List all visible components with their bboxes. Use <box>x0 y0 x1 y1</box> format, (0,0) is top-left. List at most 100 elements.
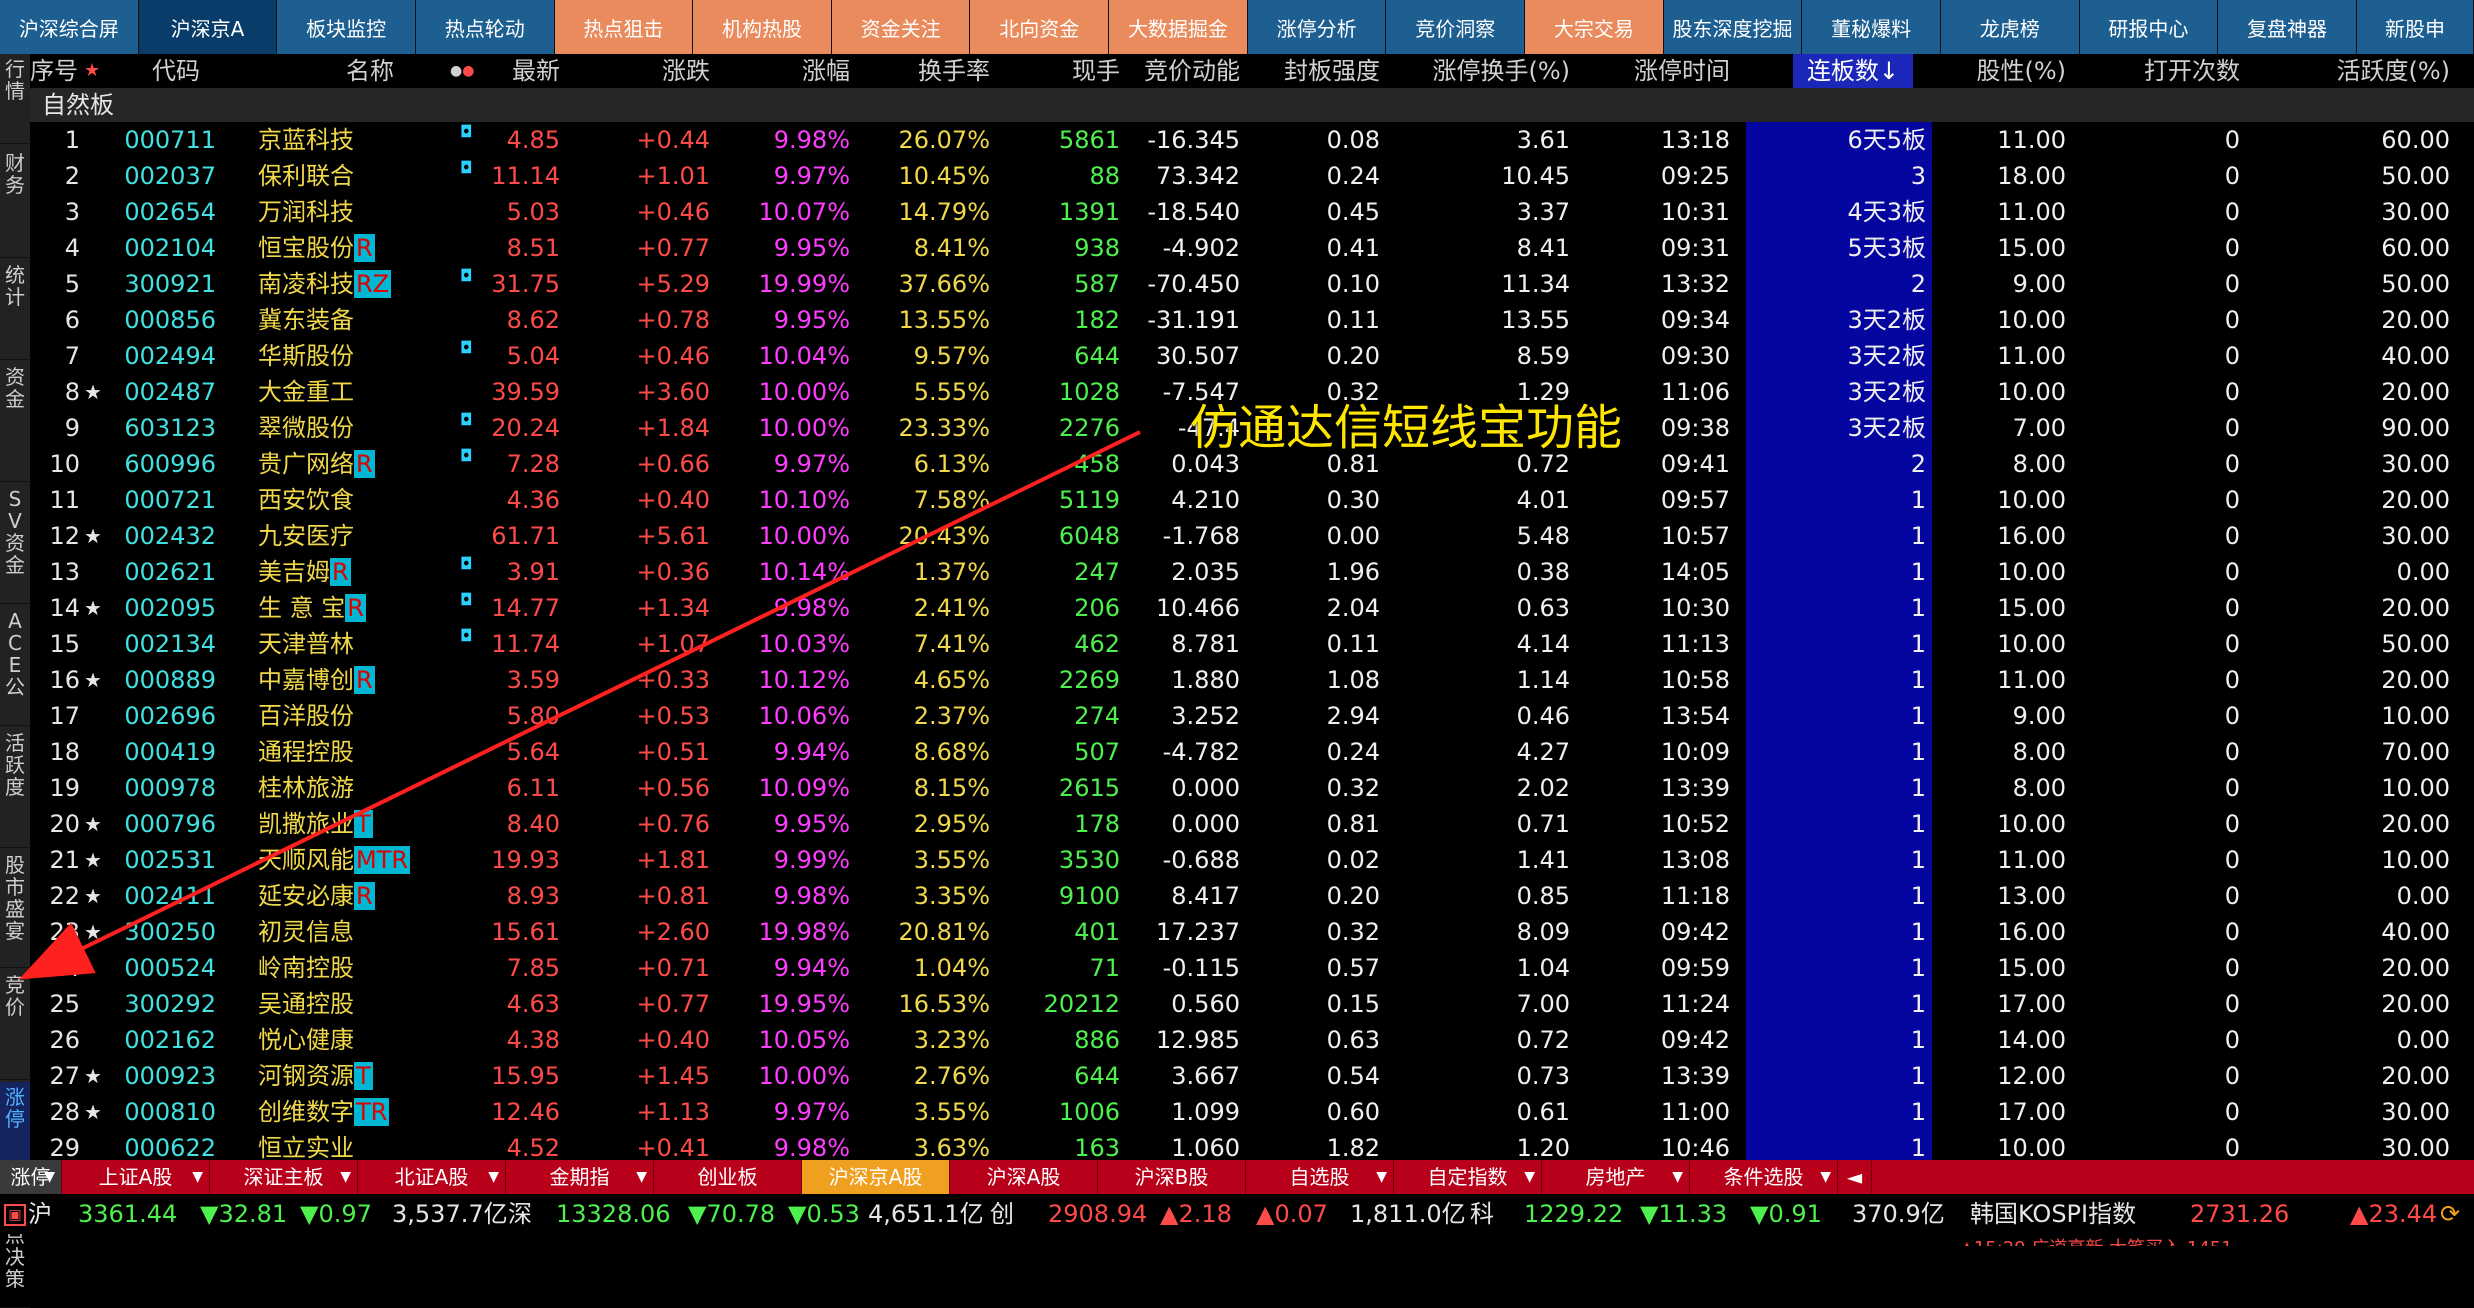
dropdown-arrow-icon[interactable]: ▼ <box>636 1160 647 1194</box>
dropdown-arrow-icon[interactable]: ▼ <box>340 1160 351 1194</box>
table-row[interactable]: 25 300292 吴通控股 4.63 +0.77 19.95% 16.53% 20212 0.… <box>30 986 2474 1022</box>
table-row[interactable]: 2 002037 保利联合 11.14 +1.01 9.97% 10.45% 88 73.342… <box>30 158 2474 194</box>
market-tab-11[interactable]: 房地产 ▼ <box>1542 1160 1690 1194</box>
left-tab-6[interactable]: 活跃度 <box>0 728 30 848</box>
top-tab-10[interactable]: 竞价洞察 <box>1386 0 1526 54</box>
top-tab-17[interactable]: 新股申 <box>2356 0 2474 54</box>
market-tab-0[interactable]: 涨停 ▼ <box>0 1160 62 1194</box>
top-tab-13[interactable]: 董秘爆料 <box>1802 0 1941 54</box>
market-tab-1[interactable]: 上证A股 ▼ <box>62 1160 210 1194</box>
refresh-icon[interactable]: ⟳ <box>2440 1194 2470 1234</box>
dropdown-arrow-icon[interactable]: ▼ <box>1672 1160 1683 1194</box>
col-cur-vol[interactable]: 现手 <box>1020 54 1120 88</box>
col-turnover[interactable]: 换手率 <box>860 54 990 88</box>
table-row[interactable]: 1 000711 京蓝科技 4.85 +0.44 9.98% 26.07% 5861 -16.3… <box>30 122 2474 158</box>
left-tab-0[interactable]: 行情 <box>0 54 30 144</box>
table-row[interactable]: 14 002095 生 意 宝R 14.77 +1.34 9.98% 2.41% 206 10.… <box>30 590 2474 626</box>
left-tab-7[interactable]: 股市盛宴 <box>0 850 30 968</box>
table-row[interactable]: 20 000796 凯撒旅业T 8.40 +0.76 9.95% 2.95% 178 0.000… <box>30 806 2474 842</box>
dropdown-arrow-icon[interactable]: ▼ <box>488 1160 499 1194</box>
top-tab-9[interactable]: 涨停分析 <box>1247 0 1387 54</box>
col-streak-sorted[interactable]: 连板数↓ <box>1793 54 1913 88</box>
dropdown-arrow-icon[interactable]: ▼ <box>44 1160 55 1194</box>
table-row[interactable]: 3 002654 万润科技 5.03 +0.46 10.07% 14.79% 1391 -18.… <box>30 194 2474 230</box>
dropdown-arrow-icon[interactable]: ▼ <box>1524 1160 1535 1194</box>
table-row[interactable]: 18 000419 通程控股 5.64 +0.51 9.94% 8.68% 507 -4.782… <box>30 734 2474 770</box>
top-tab-11[interactable]: 大宗交易 <box>1525 0 1664 54</box>
top-tab-6[interactable]: 资金关注 <box>831 0 971 54</box>
top-tab-2[interactable]: 板块监控 <box>277 0 416 54</box>
top-tab-4[interactable]: 热点狙击 <box>554 0 694 54</box>
col-open-count[interactable]: 打开次数 <box>2100 54 2240 88</box>
market-tab-2[interactable]: 深证主板 ▼ <box>210 1160 358 1194</box>
table-row[interactable]: 5 300921 南凌科技RZ 31.75 +5.29 19.99% 37.66% 587 -7… <box>30 266 2474 302</box>
market-tab-7[interactable]: 沪深A股 <box>950 1160 1098 1194</box>
left-tab-5[interactable]: ACE公 <box>0 606 30 726</box>
col-seq[interactable]: 序号 <box>30 54 80 88</box>
left-tab-8[interactable]: 竞价 <box>0 970 30 1080</box>
market-tab-8[interactable]: 沪深B股 <box>1098 1160 1246 1194</box>
cell-latest: 7.85 <box>506 954 560 982</box>
top-tab-12[interactable]: 股东深度挖掘 <box>1663 0 1803 54</box>
left-tab-4[interactable]: SV资金 <box>0 484 30 604</box>
top-tab-3[interactable]: 热点轮动 <box>415 0 555 54</box>
cell-cur-vol: 1006 <box>1058 1098 1120 1126</box>
table-row[interactable]: 24 000524 岭南控股 7.85 +0.71 9.94% 1.04% 71 -0.115 0… <box>30 950 2474 986</box>
col-float-ratio[interactable]: 股性(%) <box>1946 54 2066 88</box>
top-tab-8[interactable]: 大数据掘金 <box>1109 0 1248 54</box>
table-row[interactable]: 15 002134 天津普林 11.74 +1.07 10.03% 7.41% 462 8.78… <box>30 626 2474 662</box>
cell-float-ratio: 10.00 <box>1997 486 2066 514</box>
table-row[interactable]: 21 002531 天顺风能MTR 19.93 +1.81 9.99% 3.55% 3530 -… <box>30 842 2474 878</box>
market-tab-4[interactable]: 金期指 ▼ <box>506 1160 654 1194</box>
col-name[interactable]: 名称 <box>310 54 430 88</box>
dropdown-arrow-icon[interactable]: ▼ <box>1376 1160 1387 1194</box>
top-tab-1[interactable]: 沪深京A <box>138 0 278 54</box>
col-auction[interactable]: 竞价动能 <box>1110 54 1240 88</box>
col-seal[interactable]: 封板强度 <box>1250 54 1380 88</box>
table-row[interactable]: 22 002411 延安必康R 8.93 +0.81 9.98% 3.35% 9100 8.41… <box>30 878 2474 914</box>
col-limit-turnover[interactable]: 涨停换手(%) <box>1390 54 1570 88</box>
left-tab-1[interactable]: 财务 <box>0 148 30 258</box>
table-row[interactable]: 12 002432 九安医疗 61.71 +5.61 10.00% 20.43% 6048 -1… <box>30 518 2474 554</box>
table-row[interactable]: 26 002162 悦心健康 4.38 +0.40 10.05% 3.23% 886 12.98… <box>30 1022 2474 1058</box>
top-tab-0[interactable]: 沪深综合屏 <box>0 0 139 54</box>
market-tab-3[interactable]: 北证A股 ▼ <box>358 1160 506 1194</box>
col-limit-time[interactable]: 涨停时间 <box>1590 54 1730 88</box>
table-row[interactable]: 6 000856 冀东装备 8.62 +0.78 9.95% 13.55% 182 -31.19… <box>30 302 2474 338</box>
top-tab-5[interactable]: 机构热股 <box>693 0 832 54</box>
market-tab-10[interactable]: 自定指数 ▼ <box>1394 1160 1542 1194</box>
table-row[interactable]: 16 000889 中嘉博创R 3.59 +0.33 10.12% 4.65% 2269 1.8… <box>30 662 2474 698</box>
market-tab-13[interactable]: ◄ <box>1838 1160 1872 1194</box>
market-tab-5[interactable]: 创业板 <box>654 1160 802 1194</box>
dropdown-arrow-icon[interactable]: ▼ <box>1820 1160 1831 1194</box>
table-row[interactable]: 23 300250 初灵信息 15.61 +2.60 19.98% 20.81% 401 17.… <box>30 914 2474 950</box>
col-change[interactable]: 涨跌 <box>590 54 710 88</box>
table-row[interactable]: 11 000721 西安饮食 4.36 +0.40 10.10% 7.58% 5119 4.21… <box>30 482 2474 518</box>
cell-limit-time: 10:30 <box>1660 594 1730 622</box>
table-row[interactable]: 4 002104 恒宝股份R 8.51 +0.77 9.95% 8.41% 938 -4.902… <box>30 230 2474 266</box>
col-latest[interactable]: 最新 <box>470 54 560 88</box>
table-row[interactable]: 27 000923 河钢资源T 15.95 +1.45 10.00% 2.76% 644 3.6… <box>30 1058 2474 1094</box>
ticker-flag-icon[interactable]: ▣ <box>4 1204 26 1226</box>
table-row[interactable]: 19 000978 桂林旅游 6.11 +0.56 10.09% 8.15% 2615 0.00… <box>30 770 2474 806</box>
cell-float-ratio: 12.00 <box>1997 1062 2066 1090</box>
top-tab-7[interactable]: 北向资金 <box>970 0 1110 54</box>
table-row[interactable]: 13 002621 美吉姆R 3.91 +0.36 10.14% 1.37% 247 2.035… <box>30 554 2474 590</box>
col-pct[interactable]: 涨幅 <box>730 54 850 88</box>
top-tab-16[interactable]: 复盘神器 <box>2218 0 2357 54</box>
table-row[interactable]: 29 000622 恒立实业 4.52 +0.41 9.98% 3.63% 163 1.060 1… <box>30 1130 2474 1160</box>
table-row[interactable]: 28 000810 创维数字TR 12.46 +1.13 9.97% 3.55% 1006 1.… <box>30 1094 2474 1130</box>
market-tab-12[interactable]: 条件选股 ▼ <box>1690 1160 1838 1194</box>
top-tab-15[interactable]: 研报中心 <box>2079 0 2219 54</box>
market-tab-6[interactable]: 沪深京A股 <box>802 1160 950 1194</box>
col-activity[interactable]: 活跃度(%) <box>2280 54 2450 88</box>
dropdown-arrow-icon[interactable]: ▼ <box>192 1160 203 1194</box>
left-tab-2[interactable]: 统计 <box>0 260 30 360</box>
table-row[interactable]: 17 002696 百洋股份 5.80 +0.53 10.06% 2.37% 274 3.252… <box>30 698 2474 734</box>
left-tab-3[interactable]: 资金 <box>0 362 30 482</box>
cell-seal: 0.20 <box>1326 882 1380 910</box>
market-tab-9[interactable]: 自选股 ▼ <box>1246 1160 1394 1194</box>
col-code[interactable]: 代码 <box>106 54 246 88</box>
table-row[interactable]: 7 002494 华斯股份 5.04 +0.46 10.04% 9.57% 644 30.507… <box>30 338 2474 374</box>
top-tab-14[interactable]: 龙虎榜 <box>1940 0 2080 54</box>
